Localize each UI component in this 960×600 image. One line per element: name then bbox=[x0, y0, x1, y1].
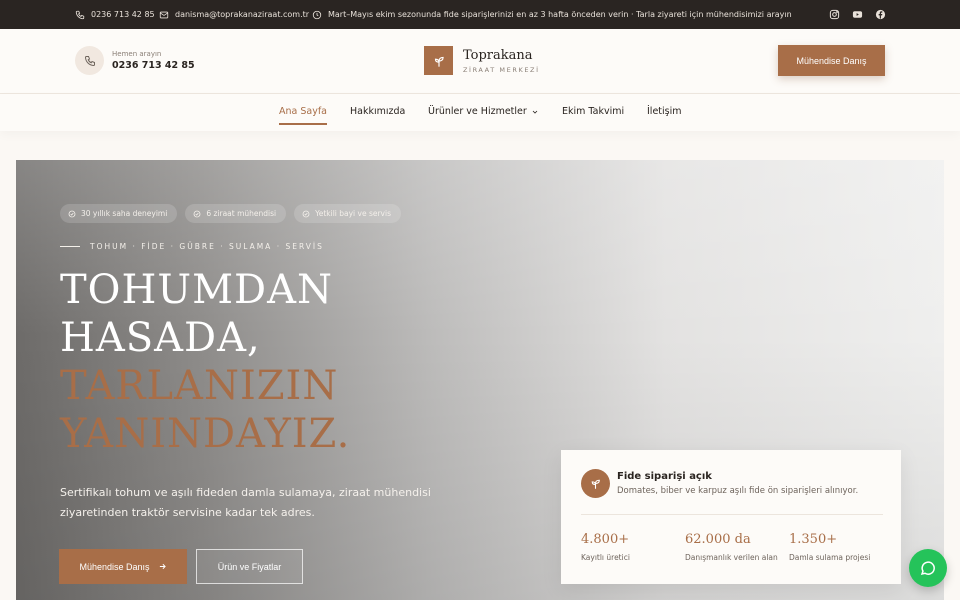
check-circle-icon bbox=[302, 210, 310, 217]
nav-item-label: Ekim Takvimi bbox=[562, 106, 625, 117]
eyebrow-line bbox=[60, 246, 80, 247]
instagram-icon[interactable] bbox=[828, 9, 840, 21]
whatsapp-icon bbox=[920, 561, 935, 576]
phone-icon bbox=[75, 10, 85, 19]
nav-item-contact[interactable]: İletişim bbox=[647, 106, 682, 117]
topbar-phone-text: 0236 713 42 85 bbox=[91, 10, 155, 19]
topbar-notice: Mart–Mayıs ekim sezonunda fide siparişle… bbox=[312, 0, 792, 29]
main-nav: Ana Sayfa Hakkımızda Ürünler ve Hizmetle… bbox=[0, 94, 960, 131]
nav-item-products[interactable]: Ürünler ve Hizmetler bbox=[428, 106, 539, 117]
call-block[interactable]: Hemen arayın 0236 713 42 85 bbox=[75, 46, 195, 75]
social-links bbox=[828, 0, 886, 29]
call-number: 0236 713 42 85 bbox=[112, 60, 195, 71]
headline-line: TOHUMDAN bbox=[60, 267, 333, 313]
products-prices-button[interactable]: Ürün ve Fiyatlar bbox=[196, 549, 303, 584]
nav-item-home[interactable]: Ana Sayfa bbox=[279, 106, 328, 125]
stat-value: 62.000 da bbox=[685, 532, 751, 547]
youtube-icon[interactable] bbox=[851, 9, 863, 21]
stat-value: 4.800+ bbox=[581, 532, 630, 547]
card-divider bbox=[581, 514, 883, 515]
stat-producers: 4.800+ Kayıtlı üretici bbox=[581, 532, 630, 562]
nav-item-label: Ana Sayfa bbox=[279, 106, 328, 117]
arrow-right-icon bbox=[159, 563, 166, 570]
hero-chip: Yetkili bayi ve servis bbox=[294, 204, 401, 223]
whatsapp-chat-button[interactable] bbox=[909, 549, 947, 587]
hero-eyebrow: TOHUM · FİDE · GÜBRE · SULAMA · SERVİS bbox=[60, 242, 324, 251]
check-circle-icon bbox=[193, 210, 201, 217]
card-title: Fide siparişi açık bbox=[617, 471, 712, 482]
topbar-notice-text: Mart–Mayıs ekim sezonunda fide siparişle… bbox=[328, 10, 792, 19]
seedling-order-card: Fide siparişi açık Domates, biber ve kar… bbox=[561, 450, 901, 584]
topbar-email-text: danisma@toprakanaziraat.com.tr bbox=[175, 10, 310, 19]
nav-item-label: İletişim bbox=[647, 106, 682, 117]
hero-chip: 6 ziraat mühendisi bbox=[185, 204, 287, 223]
clock-icon bbox=[312, 10, 322, 19]
nav-item-label: Ürünler ve Hizmetler bbox=[428, 106, 527, 117]
hero-headline: TOHUMDAN HASADA, TARLANIZIN YANINDAYIZ. bbox=[60, 266, 350, 458]
nav-item-about[interactable]: Hakkımızda bbox=[350, 106, 405, 117]
stat-label: Danışmanlık verilen alan bbox=[685, 553, 778, 562]
stat-value: 1.350+ bbox=[789, 532, 838, 547]
topbar-phone[interactable]: 0236 713 42 85 bbox=[75, 0, 155, 29]
headline-accent-line: TARLANIZIN bbox=[60, 363, 339, 409]
site-header: Hemen arayın 0236 713 42 85 Toprakana Zİ… bbox=[0, 29, 960, 94]
nav-item-label: Hakkımızda bbox=[350, 106, 406, 117]
stat-label: Damla sulama projesi bbox=[789, 553, 871, 562]
topbar-email[interactable]: danisma@toprakanaziraat.com.tr bbox=[159, 0, 309, 29]
header-consult-button[interactable]: Mühendise Danış bbox=[778, 45, 885, 76]
hero-chip-text: Yetkili bayi ve servis bbox=[315, 209, 391, 218]
stat-irrigation: 1.350+ Damla sulama projesi bbox=[789, 532, 870, 562]
mail-icon bbox=[159, 11, 169, 18]
nav-item-calendar[interactable]: Ekim Takvimi bbox=[562, 106, 624, 117]
site-logo[interactable]: Toprakana ZİRAAT MERKEZİ bbox=[424, 46, 540, 75]
stat-area: 62.000 da Danışmanlık verilen alan bbox=[685, 532, 778, 562]
call-label: Hemen arayın bbox=[112, 50, 162, 58]
hero-chip-text: 6 ziraat mühendisi bbox=[206, 209, 277, 218]
stat-label: Kayıtlı üretici bbox=[581, 553, 630, 562]
card-subtitle: Domates, biber ve karpuz aşılı fide ön s… bbox=[617, 486, 859, 496]
headline-accent-line: YANINDAYIZ. bbox=[60, 411, 351, 457]
logo-subtitle: ZİRAAT MERKEZİ bbox=[463, 65, 540, 74]
hero-consult-label: Mühendise Danış bbox=[79, 561, 150, 572]
logo-name: Toprakana bbox=[463, 47, 533, 63]
hero-lead: Sertifikalı tohum ve aşılı fideden damla… bbox=[60, 486, 431, 519]
sprout-icon bbox=[581, 469, 610, 498]
phone-icon bbox=[75, 46, 104, 75]
hero-consult-button[interactable]: Mühendise Danış bbox=[59, 549, 187, 584]
hero-eyebrow-text: TOHUM · FİDE · GÜBRE · SULAMA · SERVİS bbox=[90, 242, 324, 251]
chevron-down-icon bbox=[532, 110, 538, 114]
check-circle-icon bbox=[68, 210, 76, 217]
hero-chip: 30 yıllık saha deneyimi bbox=[60, 204, 178, 223]
sprout-icon bbox=[424, 46, 453, 75]
hero-chip-text: 30 yıllık saha deneyimi bbox=[81, 209, 168, 218]
top-bar: 0236 713 42 85 danisma@toprakanaziraat.c… bbox=[0, 0, 960, 29]
facebook-icon[interactable] bbox=[874, 9, 886, 21]
hero-chips: 30 yıllık saha deneyimi 6 ziraat mühendi… bbox=[60, 204, 401, 223]
headline-line: HASADA, bbox=[60, 315, 261, 361]
